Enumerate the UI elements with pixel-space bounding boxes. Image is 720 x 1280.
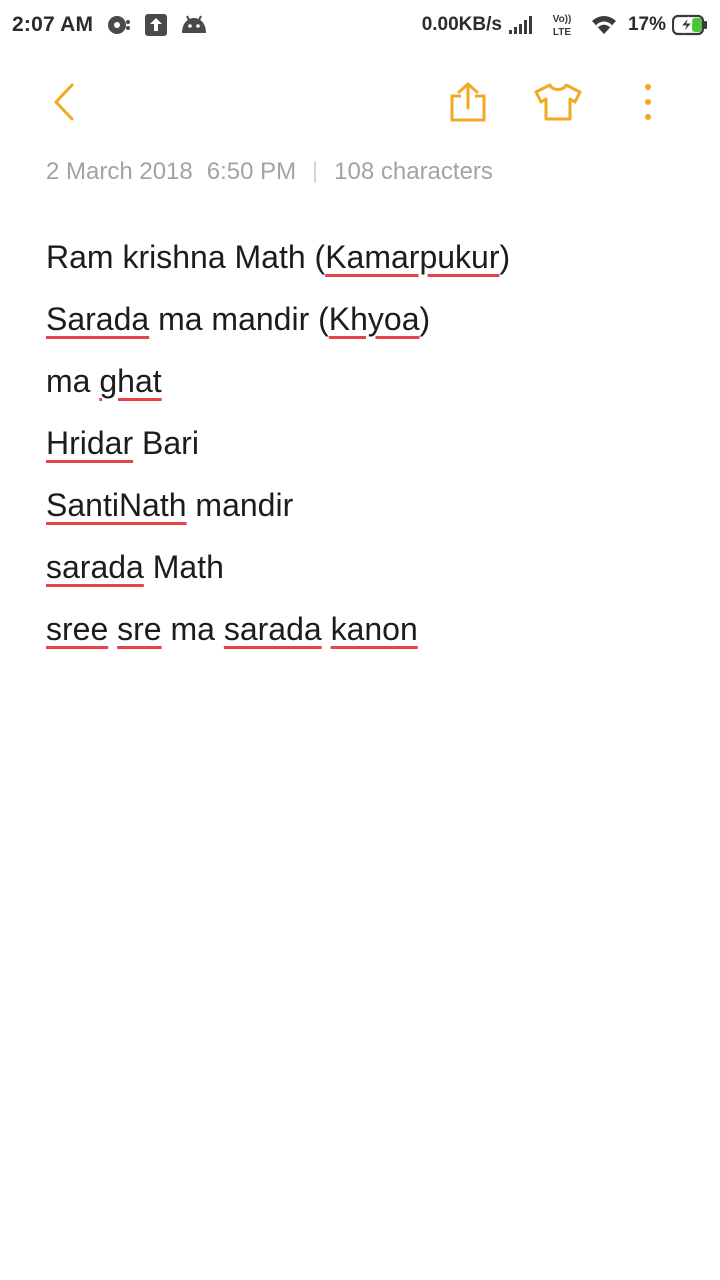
battery-percent: 17%	[627, 14, 666, 35]
svg-text:LTE: LTE	[553, 27, 571, 37]
note-date: 2 March 2018	[46, 158, 193, 185]
note-text: ma	[161, 611, 224, 647]
note-text: ma	[46, 363, 100, 399]
misspelled-word: Kamarpukur	[325, 239, 500, 275]
note-text: mandir	[186, 487, 294, 523]
signal-icon	[508, 13, 534, 37]
note-line[interactable]: Ram krishna Math (Kamarpukur)	[46, 226, 686, 288]
shirt-theme-icon	[534, 83, 582, 121]
status-right: 0.00KB/s Vo)) LTE 17%	[422, 13, 708, 37]
note-line[interactable]: Sarada ma mandir (Khyoa)	[46, 288, 686, 350]
android-icon	[181, 13, 207, 37]
svg-text:Vo)): Vo))	[553, 14, 572, 25]
misspelled-word: Khyoa	[328, 301, 420, 337]
note-text: Ram krishna Math (	[46, 239, 326, 275]
misspelled-word: Hridar	[46, 425, 134, 461]
note-text: )	[419, 301, 431, 337]
note-text	[108, 611, 117, 647]
note-line[interactable]: Hridar Bari	[46, 412, 686, 474]
character-count: 108 characters	[334, 158, 493, 185]
share-icon	[450, 82, 486, 122]
volte-icon: Vo)) LTE	[548, 13, 576, 37]
battery-charging-icon	[672, 13, 708, 37]
note-text: Bari	[133, 425, 199, 461]
more-vertical-icon	[645, 84, 651, 120]
meta-divider	[314, 161, 317, 183]
wifi-icon	[590, 13, 618, 37]
more-options-button[interactable]	[616, 70, 680, 134]
note-time: 6:50 PM	[206, 158, 297, 185]
misspelled-word: kanon	[330, 611, 418, 647]
misspelled-word: sarada	[46, 549, 144, 585]
misspelled-word: sarada	[223, 611, 322, 647]
status-time: 2:07 AM	[12, 13, 94, 36]
note-text: Math	[143, 549, 224, 585]
note-line[interactable]: sree sre ma sarada kanon	[46, 598, 686, 660]
misspelled-word: sree	[46, 611, 109, 647]
note-text	[322, 611, 331, 647]
share-button[interactable]	[436, 70, 500, 134]
note-line[interactable]: ma ghat	[46, 350, 686, 412]
note-toolbar	[0, 70, 720, 134]
status-left: 2:07 AM	[12, 13, 207, 37]
disc-icon	[107, 13, 131, 37]
note-line[interactable]: sarada Math	[46, 536, 686, 598]
misspelled-word: ghat	[99, 363, 162, 399]
misspelled-word: Sarada	[46, 301, 150, 337]
note-meta: 2 March 2018 6:50 PM 108 characters	[46, 158, 493, 186]
note-editor[interactable]: Ram krishna Math (Kamarpukur) Sarada ma m…	[46, 226, 686, 660]
status-bar: 2:07 AM 0.00KB/s Vo)) LTE 17%	[0, 0, 720, 52]
theme-button[interactable]	[526, 70, 590, 134]
note-line[interactable]: SantiNath mandir	[46, 474, 686, 536]
misspelled-word: SantiNath	[46, 487, 187, 523]
note-text: )	[499, 239, 511, 275]
back-button[interactable]	[32, 70, 96, 134]
upload-icon	[145, 13, 168, 37]
network-speed: 0.00KB/s	[421, 14, 502, 35]
note-text: ma mandir (	[149, 301, 329, 337]
misspelled-word: sre	[117, 611, 162, 647]
back-arrow-icon	[54, 83, 74, 121]
